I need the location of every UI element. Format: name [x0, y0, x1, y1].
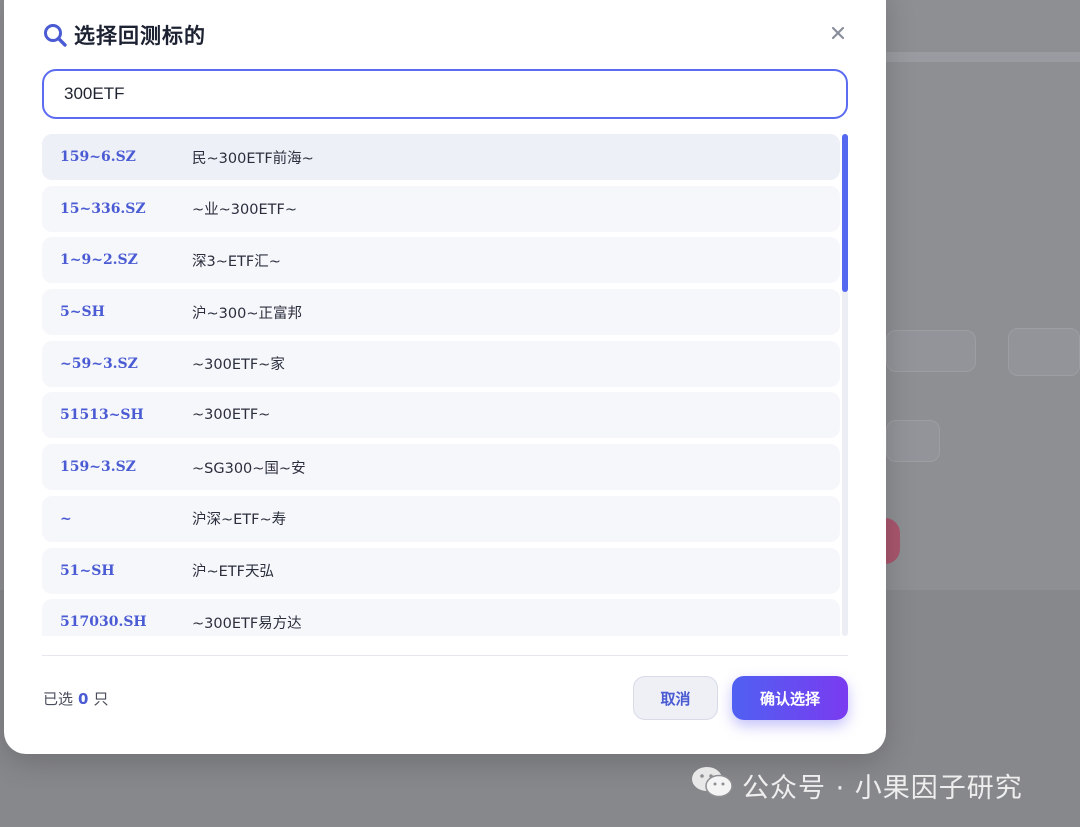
list-item[interactable]: ~59~3.SZ ~300ETF~家	[42, 340, 840, 387]
result-list: 159~6.SZ 民~300ETF前海~ 15~336.SZ ~业~300ETF…	[42, 134, 840, 636]
close-button[interactable]	[826, 22, 850, 46]
cancel-button[interactable]: 取消	[633, 676, 718, 720]
item-name: 沪深~ETF~寿	[192, 512, 287, 529]
confirm-selection-button[interactable]: 确认选择	[732, 676, 848, 720]
item-code: 51~SH	[60, 562, 115, 579]
item-code: ~	[60, 510, 72, 527]
item-code: 517030.SH	[60, 614, 147, 631]
watermark: 公众号 · 小果因子研究	[690, 764, 1023, 807]
dialog-header: 选择回测标的	[42, 20, 206, 50]
wechat-icon	[690, 764, 734, 807]
list-scrollbar[interactable]	[842, 134, 848, 636]
item-code: ~59~3.SZ	[60, 355, 138, 372]
list-item[interactable]: ~ 沪深~ETF~寿	[42, 495, 840, 542]
selection-summary: 已选 0 只	[43, 688, 108, 709]
item-code: 51513~SH	[60, 407, 144, 424]
selected-suffix: 只	[93, 690, 109, 708]
item-name: 民~300ETF前海~	[192, 150, 314, 167]
background-field-2	[886, 420, 940, 462]
list-item[interactable]: 1~9~2.SZ 深3~ETF汇~	[42, 237, 840, 284]
scrollbar-thumb[interactable]	[842, 134, 848, 292]
watermark-text: 公众号 · 小果因子研究	[742, 773, 1023, 804]
item-name: 沪~300~正富邦	[192, 305, 302, 322]
item-name: ~300ETF易方达	[192, 615, 302, 632]
list-item[interactable]: 159~3.SZ ~SG300~国~安	[42, 444, 840, 491]
selected-prefix: 已选	[43, 690, 74, 708]
close-icon	[831, 25, 845, 44]
list-item[interactable]: 15~336.SZ ~业~300ETF~	[42, 185, 840, 232]
item-name: ~业~300ETF~	[192, 202, 297, 219]
list-item[interactable]: 159~6.SZ 民~300ETF前海~	[42, 134, 840, 180]
item-code: 15~336.SZ	[60, 200, 146, 217]
search-field	[42, 69, 848, 119]
select-target-dialog: 选择回测标的 159~6.SZ 民~300ETF前海~ 15~336.SZ ~业…	[4, 0, 886, 754]
dialog-title: 选择回测标的	[74, 24, 206, 48]
background-decor	[886, 52, 1080, 62]
item-name: 深3~ETF汇~	[192, 253, 281, 270]
item-name: 沪~ETF天弘	[192, 564, 275, 580]
item-code: 1~9~2.SZ	[60, 252, 138, 269]
item-name: ~SG300~国~安	[192, 460, 306, 477]
item-name: ~300ETF~家	[192, 357, 285, 374]
search-icon	[42, 22, 68, 48]
footer-divider	[42, 655, 848, 656]
search-input[interactable]	[44, 71, 846, 117]
list-item[interactable]: 517030.SH ~300ETF易方达	[42, 599, 840, 636]
background-field	[886, 330, 976, 372]
item-name: ~300ETF~	[192, 407, 271, 424]
item-code: 5~SH	[60, 304, 105, 321]
item-code: 159~3.SZ	[60, 459, 136, 476]
background-button	[1008, 328, 1080, 376]
selected-count: 0	[78, 690, 89, 708]
list-item[interactable]: 51513~SH ~300ETF~	[42, 392, 840, 439]
item-code: 159~6.SZ	[60, 149, 136, 165]
list-item[interactable]: 5~SH 沪~300~正富邦	[42, 289, 840, 336]
list-item[interactable]: 51~SH 沪~ETF天弘	[42, 547, 840, 594]
